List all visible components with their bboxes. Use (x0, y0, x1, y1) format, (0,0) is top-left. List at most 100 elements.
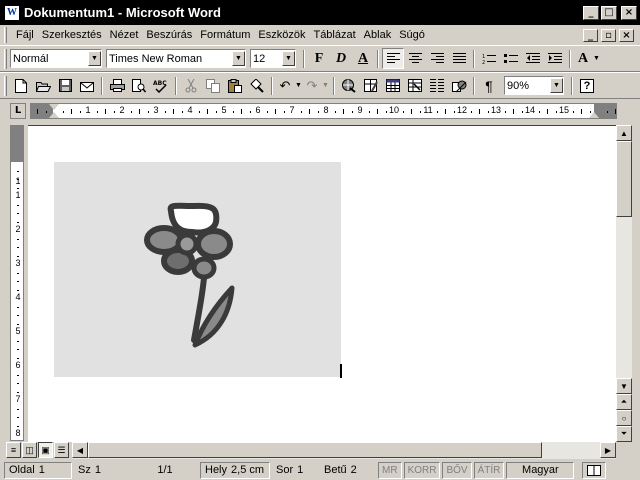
status-extend[interactable]: BŐV (442, 461, 472, 479)
cut-button[interactable] (180, 75, 202, 96)
status-line-label: Sor (276, 464, 294, 476)
paste-button[interactable] (224, 75, 246, 96)
decrease-indent-button[interactable] (522, 48, 544, 69)
status-overtype[interactable]: ÁTÍR (473, 461, 505, 479)
document-window-controls: _ ▫ × (583, 28, 636, 42)
close-button[interactable]: × (621, 5, 637, 20)
columns-button[interactable] (426, 75, 448, 96)
menu-file[interactable]: Fájl (12, 29, 38, 41)
tables-borders-button[interactable] (360, 75, 382, 96)
outline-view-button[interactable]: ☰ (54, 442, 69, 458)
hanging-indent-marker[interactable] (49, 112, 59, 118)
bullets-button[interactable] (500, 48, 522, 69)
toolbar-grip[interactable] (4, 48, 7, 69)
align-right-button[interactable] (426, 48, 448, 69)
hyperlink-button[interactable] (338, 75, 360, 96)
chevron-down-icon[interactable]: ▼ (294, 82, 303, 89)
right-indent-marker[interactable] (589, 112, 599, 118)
floppy-save-icon (58, 79, 72, 92)
increase-indent-button[interactable] (544, 48, 566, 69)
format-painter-button[interactable] (246, 75, 268, 96)
status-record-macro[interactable]: MR (378, 461, 402, 479)
next-page-button[interactable]: ⏷ (616, 426, 632, 442)
doc-minimize-button[interactable]: _ (583, 28, 598, 42)
status-language[interactable]: Magyar (506, 461, 575, 479)
save-button[interactable] (54, 75, 76, 96)
chevron-down-icon[interactable]: ▼ (321, 82, 330, 89)
horizontal-ruler[interactable]: 1123456789101112131415 (30, 103, 617, 119)
align-left-button[interactable] (382, 48, 404, 69)
open-button[interactable] (32, 75, 54, 96)
select-browse-object-button[interactable]: ○ (616, 410, 632, 426)
vertical-scroll-thumb[interactable] (616, 141, 632, 217)
justify-button[interactable] (448, 48, 470, 69)
zoom-combo[interactable]: 90% ▼ (504, 76, 564, 95)
numbering-button[interactable]: 12 (478, 48, 500, 69)
document-page[interactable] (28, 126, 616, 442)
menu-tools[interactable]: Eszközök (254, 29, 309, 41)
toolbar-grip[interactable] (4, 75, 7, 96)
new-button[interactable] (10, 75, 32, 96)
menubar-grip[interactable] (4, 27, 7, 43)
normal-view-button[interactable]: ≡ (6, 442, 21, 458)
chevron-down-icon[interactable]: ▼ (550, 78, 563, 93)
status-track-changes[interactable]: KORR (403, 461, 441, 479)
title-bar: W Dokumentum1 - Microsoft Word _ □ × (0, 0, 640, 25)
web-layout-view-button[interactable]: ◫ (22, 442, 37, 458)
previous-page-button[interactable]: ⏶ (616, 394, 632, 410)
font-color-button[interactable]: A (574, 48, 592, 69)
print-layout-view-button[interactable]: ▣ (38, 442, 53, 458)
double-arrow-up-icon: ⏶ (620, 397, 628, 406)
tab-selector[interactable]: L (10, 103, 26, 119)
chevron-down-icon[interactable]: ▼ (592, 55, 601, 62)
maximize-button[interactable]: □ (601, 5, 617, 20)
scroll-right-button[interactable]: ▶ (600, 442, 616, 458)
insert-table-button[interactable] (382, 75, 404, 96)
help-button[interactable]: ? (576, 75, 598, 96)
doc-restore-button[interactable]: ▫ (601, 28, 616, 42)
menu-help[interactable]: Súgó (395, 29, 429, 41)
italic-button[interactable]: D (330, 48, 352, 69)
menu-window[interactable]: Ablak (360, 29, 396, 41)
style-combo[interactable]: Normál ▼ (10, 49, 102, 68)
spelling-button[interactable]: ABC (150, 75, 172, 96)
document-area[interactable] (28, 125, 616, 442)
status-position[interactable]: Hely 2,5 cm (200, 461, 270, 479)
menu-table[interactable]: Táblázat (309, 29, 359, 41)
permission-button[interactable] (76, 75, 98, 96)
horizontal-scroll-thumb[interactable] (88, 442, 542, 458)
drawing-button[interactable] (448, 75, 470, 96)
align-center-button[interactable] (404, 48, 426, 69)
word-app-icon[interactable]: W (4, 4, 20, 21)
bold-button[interactable]: F (308, 48, 330, 69)
undo-button[interactable]: ↶ (276, 75, 294, 96)
chevron-down-icon[interactable]: ▼ (282, 51, 295, 66)
doc-close-button[interactable]: × (619, 28, 634, 42)
font-size-combo[interactable]: 12 ▼ (250, 49, 296, 68)
vertical-scrollbar[interactable]: ▲ ▼ ⏶ ○ ⏷ (616, 125, 632, 442)
first-line-indent-marker[interactable] (49, 104, 59, 110)
menu-format[interactable]: Formátum (196, 29, 254, 41)
menu-view[interactable]: Nézet (106, 29, 143, 41)
show-hide-button[interactable]: ¶ (478, 75, 500, 96)
menu-edit[interactable]: Szerkesztés (38, 29, 106, 41)
insert-excel-button[interactable] (404, 75, 426, 96)
flower-picture[interactable] (54, 162, 341, 377)
horizontal-scrollbar[interactable]: ◀ ▶ (72, 442, 616, 459)
copy-button[interactable] (202, 75, 224, 96)
print-preview-button[interactable] (128, 75, 150, 96)
scroll-up-button[interactable]: ▲ (616, 125, 632, 141)
status-spelling[interactable] (582, 461, 607, 479)
underline-button[interactable]: A (352, 48, 374, 69)
vertical-ruler[interactable]: 1 1 2 3 4 5 6 7 8 (10, 125, 24, 441)
scroll-down-button[interactable]: ▼ (616, 378, 632, 394)
status-page[interactable]: Oldal 1 (4, 461, 72, 479)
chevron-down-icon[interactable]: ▼ (232, 51, 245, 66)
minimize-button[interactable]: _ (583, 5, 599, 20)
menu-insert[interactable]: Beszúrás (142, 29, 196, 41)
chevron-down-icon[interactable]: ▼ (88, 51, 101, 66)
scroll-left-button[interactable]: ◀ (72, 442, 88, 458)
redo-button[interactable]: ↷ (303, 75, 321, 96)
print-button[interactable] (106, 75, 128, 96)
font-combo[interactable]: Times New Roman ▼ (106, 49, 246, 68)
